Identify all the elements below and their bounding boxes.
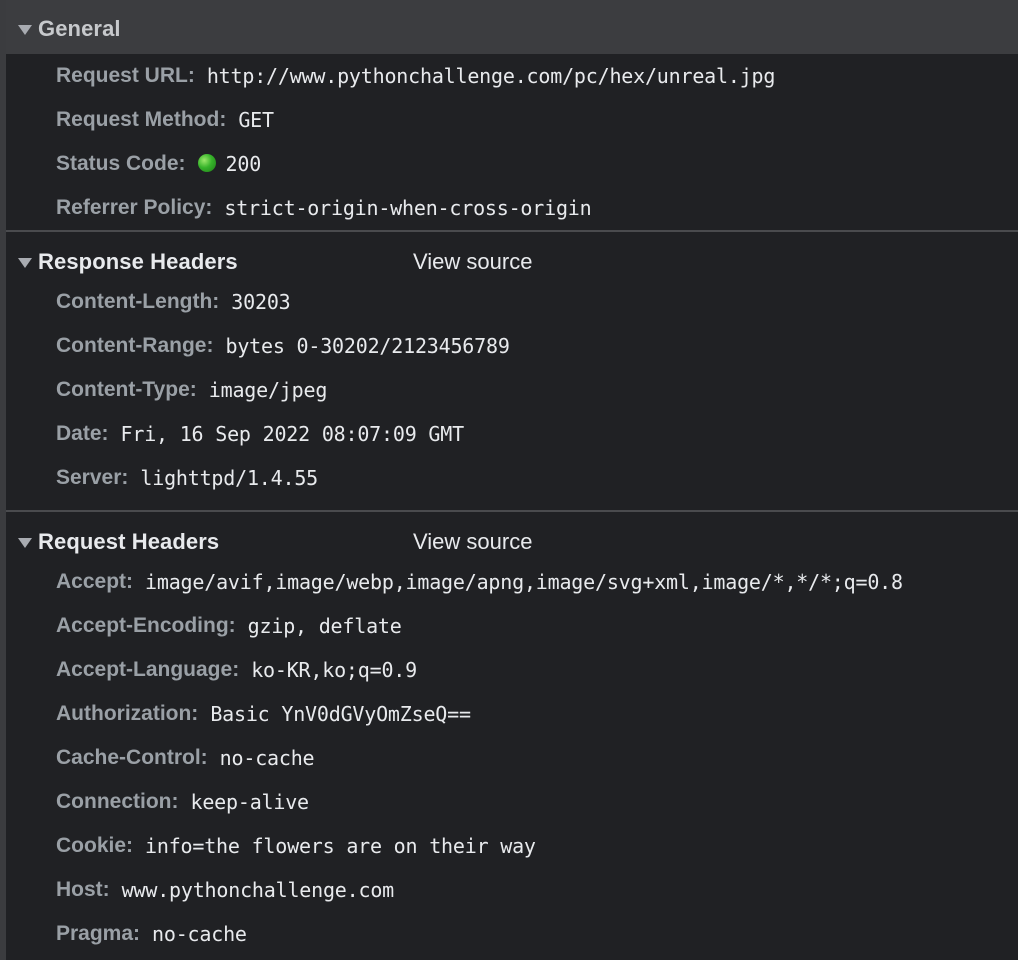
header-key: Pragma: <box>56 922 141 945</box>
header-row: Server: lighttpd/1.4.55 <box>56 456 1018 500</box>
section-title-general: General <box>38 16 121 41</box>
header-value: ko-KR,ko;q=0.9 <box>251 658 417 682</box>
header-row: Connection: keep-alive <box>56 780 1018 824</box>
header-row: Request Method: GET <box>56 98 1018 142</box>
header-row: Date: Fri, 16 Sep 2022 08:07:09 GMT <box>56 412 1018 456</box>
header-value: image/avif,image/webp,image/apng,image/s… <box>145 570 903 594</box>
header-value: Basic YnV0dGVyOmZseQ== <box>210 702 471 726</box>
triangle-down-icon[interactable] <box>18 537 32 548</box>
header-row: Host: www.pythonchallenge.com <box>56 868 1018 912</box>
header-value: lighttpd/1.4.55 <box>140 466 319 490</box>
header-key: Cookie: <box>56 834 134 857</box>
section-title-response: Response Headers <box>38 249 238 274</box>
header-row: Authorization: Basic YnV0dGVyOmZseQ== <box>56 692 1018 736</box>
triangle-down-icon[interactable] <box>18 24 32 35</box>
header-row: Status Code: 200 <box>56 142 1018 186</box>
header-row: Referrer Policy: strict-origin-when-cros… <box>56 186 1018 230</box>
header-key: Host: <box>56 878 110 901</box>
header-value: Fri, 16 Sep 2022 08:07:09 GMT <box>120 422 465 446</box>
header-key: Accept-Language: <box>56 658 240 681</box>
selection-accent <box>0 54 3 82</box>
header-value: info=the flowers are on their way <box>145 834 536 858</box>
request-rows: Accept: image/avif,image/webp,image/apng… <box>6 560 1018 956</box>
section-header-general[interactable]: General <box>6 0 1018 54</box>
view-source-link[interactable]: View source <box>413 529 532 555</box>
header-row: Accept-Encoding: gzip, deflate <box>56 604 1018 648</box>
header-row: Cache-Control: no-cache <box>56 736 1018 780</box>
header-key: Request Method: <box>56 108 227 131</box>
header-value: no-cache <box>219 746 315 770</box>
header-key: Content-Range: <box>56 334 214 357</box>
header-row: Accept-Language: ko-KR,ko;q=0.9 <box>56 648 1018 692</box>
header-value: keep-alive <box>190 790 309 814</box>
header-value: GET <box>238 108 274 132</box>
triangle-down-icon[interactable] <box>18 257 32 268</box>
header-row: Cookie: info=the flowers are on their wa… <box>56 824 1018 868</box>
header-key: Request URL: <box>56 64 195 87</box>
header-row: Request URL: http://www.pythonchallenge.… <box>56 54 1018 98</box>
header-value: gzip, deflate <box>247 614 402 638</box>
header-key: Content-Length: <box>56 290 220 313</box>
header-row: Content-Type: image/jpeg <box>56 368 1018 412</box>
header-key: Accept-Encoding: <box>56 614 236 637</box>
view-source-link[interactable]: View source <box>413 249 532 275</box>
header-row: Content-Length: 30203 <box>56 280 1018 324</box>
header-value: strict-origin-when-cross-origin <box>224 196 592 220</box>
general-rows: Request URL: http://www.pythonchallenge.… <box>6 54 1018 230</box>
header-key: Authorization: <box>56 702 199 725</box>
status-dot-icon <box>197 154 216 172</box>
header-key: Server: <box>56 466 129 489</box>
status-code-value: 200 <box>225 152 262 176</box>
header-key: Referrer Policy: <box>56 196 213 219</box>
header-key: Cache-Control: <box>56 746 208 769</box>
header-key: Date: <box>56 422 109 445</box>
header-value: 30203 <box>231 290 291 314</box>
header-key: Content-Type: <box>56 378 197 401</box>
header-key: Status Code: <box>56 152 186 175</box>
header-row: Content-Range: bytes 0-30202/2123456789 <box>56 324 1018 368</box>
header-key: Accept: <box>56 570 134 593</box>
header-row: Pragma: no-cache <box>56 912 1018 956</box>
response-rows: Content-Length: 30203 Content-Range: byt… <box>6 280 1018 500</box>
header-value: image/jpeg <box>208 378 328 402</box>
header-value: www.pythonchallenge.com <box>121 878 395 902</box>
header-key: Connection: <box>56 790 179 813</box>
header-row: Accept: image/avif,image/webp,image/apng… <box>56 560 1018 604</box>
header-value: bytes 0-30202/2123456789 <box>225 334 510 358</box>
header-value: http://www.pythonchallenge.com/pc/hex/un… <box>206 64 776 88</box>
headers-panel: General Request URL: http://www.pythonch… <box>0 0 1018 960</box>
header-value: no-cache <box>152 922 247 946</box>
section-title-request: Request Headers <box>38 529 220 554</box>
